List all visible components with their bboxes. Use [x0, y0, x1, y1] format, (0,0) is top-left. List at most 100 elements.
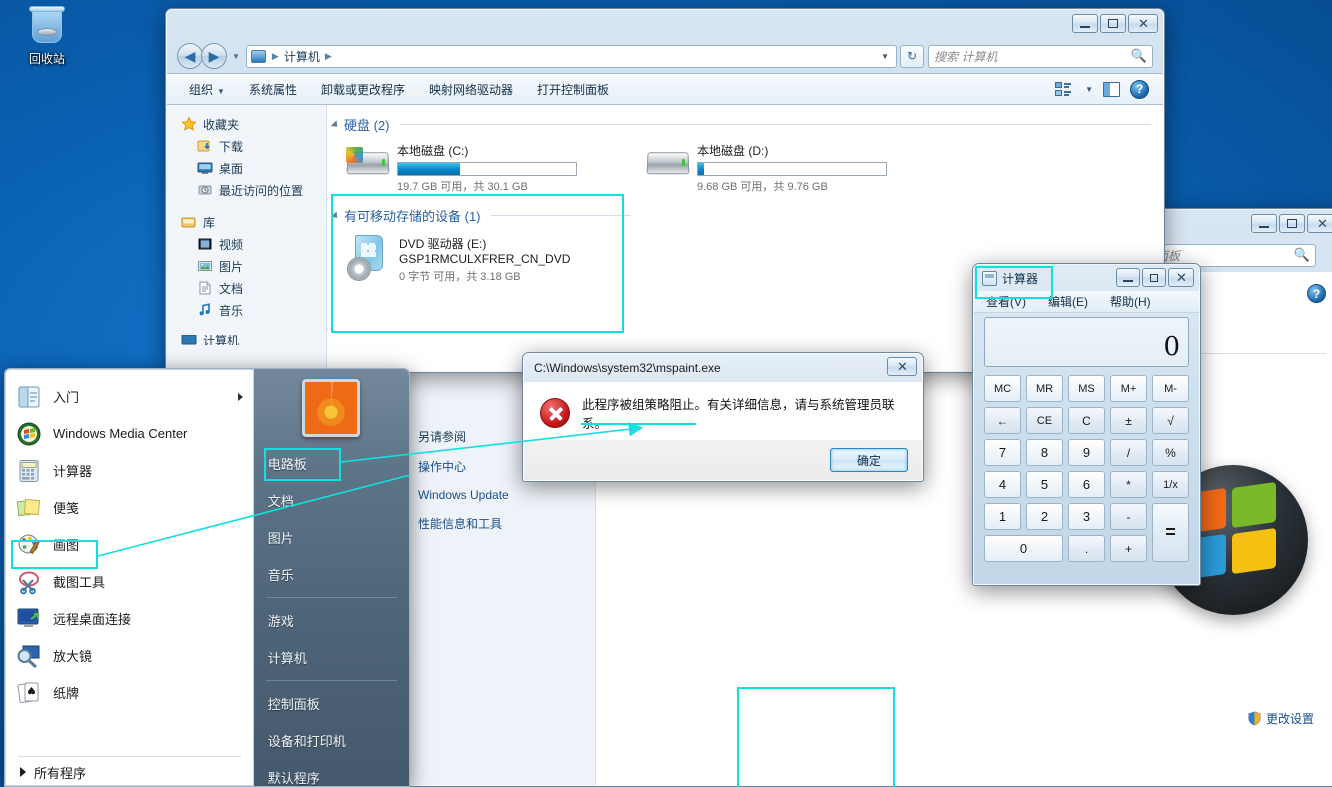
close-button[interactable]: ✕	[1307, 214, 1332, 233]
breadcrumb-computer[interactable]: 计算机	[281, 48, 323, 65]
calc-key-dot[interactable]: .	[1068, 535, 1105, 562]
maximize-button[interactable]	[1279, 214, 1305, 233]
calc-key-MS[interactable]: MS	[1068, 375, 1105, 402]
nav-videos[interactable]: 视频	[167, 233, 326, 255]
toolbar-system-properties[interactable]: 系统属性	[237, 77, 309, 102]
start-menu-item-7[interactable]: 放大镜	[6, 637, 253, 674]
navigation-pane[interactable]: 收藏夹 下载 桌面 最近访问的位置 库 视频 图片 文档 音乐 计算机	[167, 105, 327, 371]
start-menu-item-1[interactable]: Windows Media Center	[6, 415, 253, 452]
menu-view[interactable]: 查看(V)	[986, 293, 1026, 310]
user-avatar[interactable]	[302, 379, 361, 437]
calc-key-equals[interactable]: =	[1152, 503, 1189, 562]
start-menu-place-3[interactable]: 音乐	[254, 556, 409, 593]
explorer-toolbar[interactable]: 组织 ▼ 系统属性 卸载或更改程序 映射网络驱动器 打开控制面板 ▼ ?	[167, 73, 1163, 105]
history-dropdown-icon[interactable]: ▼	[232, 52, 240, 61]
calculator-button-grid[interactable]: MC MR MS M+ M- ← CE C ± √ 7 8 9/% 4 5 6 * 1/x 1 2 3- = 0. +	[984, 375, 1189, 562]
back-button[interactable]: ◀	[177, 43, 203, 69]
all-programs-button[interactable]: 所有程序	[6, 759, 253, 785]
start-menu-places-pane[interactable]: 电路板文档图片音乐游戏计算机控制面板设备和打印机默认程序帮助和支持	[253, 369, 409, 786]
maximize-button[interactable]	[1142, 268, 1166, 287]
start-menu-place-1[interactable]: 文档	[254, 482, 409, 519]
calc-key-multiply[interactable]: *	[1110, 471, 1147, 498]
nav-recent-places[interactable]: 最近访问的位置	[167, 179, 326, 201]
close-button[interactable]: ✕	[1128, 14, 1158, 33]
ok-button[interactable]: 确定	[830, 448, 908, 472]
explorer-titlebar[interactable]: ✕	[167, 10, 1163, 38]
menu-edit[interactable]: 编辑(E)	[1048, 293, 1088, 310]
start-menu-item-6[interactable]: 远程桌面连接	[6, 600, 253, 637]
calc-key-divide[interactable]: /	[1110, 439, 1147, 466]
nav-computer[interactable]: 计算机	[167, 335, 326, 345]
calculator-window[interactable]: 计算器 ✕ 查看(V) 编辑(E) 帮助(H) 0 MC MR MS M+ M- ← CE C…	[972, 263, 1201, 586]
minimize-button[interactable]	[1251, 214, 1277, 233]
toolbar-open-control-panel[interactable]: 打开控制面板	[525, 77, 621, 102]
start-menu-place-5[interactable]: 游戏	[254, 602, 409, 639]
calc-key-Mplus[interactable]: M+	[1110, 375, 1147, 402]
calc-key-6[interactable]: 6	[1068, 471, 1105, 498]
nav-favorites[interactable]: 收藏夹	[167, 113, 326, 135]
link-performance-info[interactable]: 性能信息和工具	[418, 515, 583, 532]
close-button[interactable]: ✕	[1168, 268, 1194, 287]
toolbar-map-network-drive[interactable]: 映射网络驱动器	[417, 77, 525, 102]
collapse-triangle-icon[interactable]	[330, 210, 341, 221]
drive-item-c[interactable]: 本地磁盘 (C:) 19.7 GB 可用，共 30.1 GB	[345, 142, 645, 194]
nav-pictures[interactable]: 图片	[167, 255, 326, 277]
toolbar-uninstall-program[interactable]: 卸载或更改程序	[309, 77, 417, 102]
refresh-button[interactable]: ↻	[900, 44, 924, 68]
calc-key-MR[interactable]: MR	[1026, 375, 1063, 402]
calc-key-0[interactable]: 0	[984, 535, 1063, 562]
toolbar-organize[interactable]: 组织 ▼	[177, 77, 237, 102]
start-menu-places-list[interactable]: 电路板文档图片音乐游戏计算机控制面板设备和打印机默认程序帮助和支持	[254, 445, 409, 786]
mspaint-blocked-dialog[interactable]: C:\Windows\system32\mspaint.exe ✕ 此程序被组策…	[522, 352, 924, 482]
calc-key-1dividex[interactable]: 1/x	[1152, 471, 1189, 498]
calc-key-1[interactable]: 1	[984, 503, 1021, 530]
start-menu-place-6[interactable]: 计算机	[254, 639, 409, 676]
start-menu-place-9[interactable]: 设备和打印机	[254, 722, 409, 759]
error-dialog-titlebar[interactable]: C:\Windows\system32\mspaint.exe ✕	[524, 354, 922, 382]
start-menu-place-8[interactable]: 控制面板	[254, 685, 409, 722]
chevron-down-icon[interactable]: ▼	[881, 52, 892, 61]
nav-music[interactable]: 音乐	[167, 299, 326, 321]
desktop-icon-recycle-bin[interactable]: 回收站	[8, 6, 86, 67]
start-menu-item-4[interactable]: 画图	[6, 526, 253, 563]
address-bar[interactable]: ▶ 计算机 ▶ ▼	[245, 44, 897, 68]
calc-key-MC[interactable]: MC	[984, 375, 1021, 402]
calc-key-plus[interactable]: +	[1110, 535, 1147, 562]
nav-desktop[interactable]: 桌面	[167, 157, 326, 179]
group-header-hard-disks[interactable]: 硬盘 (2)	[327, 115, 1163, 134]
calc-key-8[interactable]: 8	[1026, 439, 1063, 466]
start-menu-place-0[interactable]: 电路板	[254, 445, 409, 482]
search-input[interactable]: 搜索 计算机 🔍	[928, 44, 1153, 68]
calculator-menubar[interactable]: 查看(V) 编辑(E) 帮助(H)	[974, 291, 1199, 313]
start-menu-place-2[interactable]: 图片	[254, 519, 409, 556]
calc-key-C[interactable]: C	[1068, 407, 1105, 434]
calc-key-7[interactable]: 7	[984, 439, 1021, 466]
calc-key-percent[interactable]: %	[1152, 439, 1189, 466]
calc-key-9[interactable]: 9	[1068, 439, 1105, 466]
dvd-drive-item[interactable]: DVD 驱动器 (E:) GSP1RMCULXFRER_CN_DVD 0 字节 …	[345, 235, 570, 284]
collapse-triangle-icon[interactable]	[330, 119, 341, 130]
calc-key-2[interactable]: 2	[1026, 503, 1063, 530]
link-windows-update[interactable]: Windows Update	[418, 488, 583, 502]
help-icon[interactable]: ?	[1307, 284, 1326, 303]
start-menu-item-8[interactable]: 纸牌	[6, 674, 253, 711]
group-header-removable[interactable]: 有可移动存储的设备 (1)	[327, 206, 1163, 225]
view-dropdown-icon[interactable]: ▼	[1085, 85, 1093, 94]
calculator-titlebar[interactable]: 计算器 ✕	[974, 265, 1199, 291]
forward-button[interactable]: ▶	[201, 43, 227, 69]
explorer-window-controls[interactable]: ✕	[1072, 14, 1158, 33]
calculator-window-controls[interactable]: ✕	[1116, 268, 1194, 287]
change-view-icon[interactable]	[1055, 82, 1072, 96]
close-button[interactable]: ✕	[887, 357, 917, 376]
crumb-sep-2[interactable]: ▶	[323, 51, 334, 62]
nav-documents[interactable]: 文档	[167, 277, 326, 299]
change-settings-link[interactable]: 更改设置	[1247, 710, 1314, 727]
calc-key-sign[interactable]: ±	[1110, 407, 1147, 434]
preview-pane-icon[interactable]	[1103, 81, 1120, 97]
window-controls[interactable]: ✕	[1251, 214, 1332, 233]
drive-item-d[interactable]: 本地磁盘 (D:) 9.68 GB 可用，共 9.76 GB	[645, 142, 945, 194]
start-menu-programs-pane[interactable]: 入门 Windows Media Center 计算器 便笺 画图 截图工具 远程桌面连接放…	[5, 369, 254, 786]
calc-key-back[interactable]: ←	[984, 407, 1021, 434]
menu-help[interactable]: 帮助(H)	[1110, 293, 1151, 310]
calc-key-minus[interactable]: -	[1110, 503, 1147, 530]
